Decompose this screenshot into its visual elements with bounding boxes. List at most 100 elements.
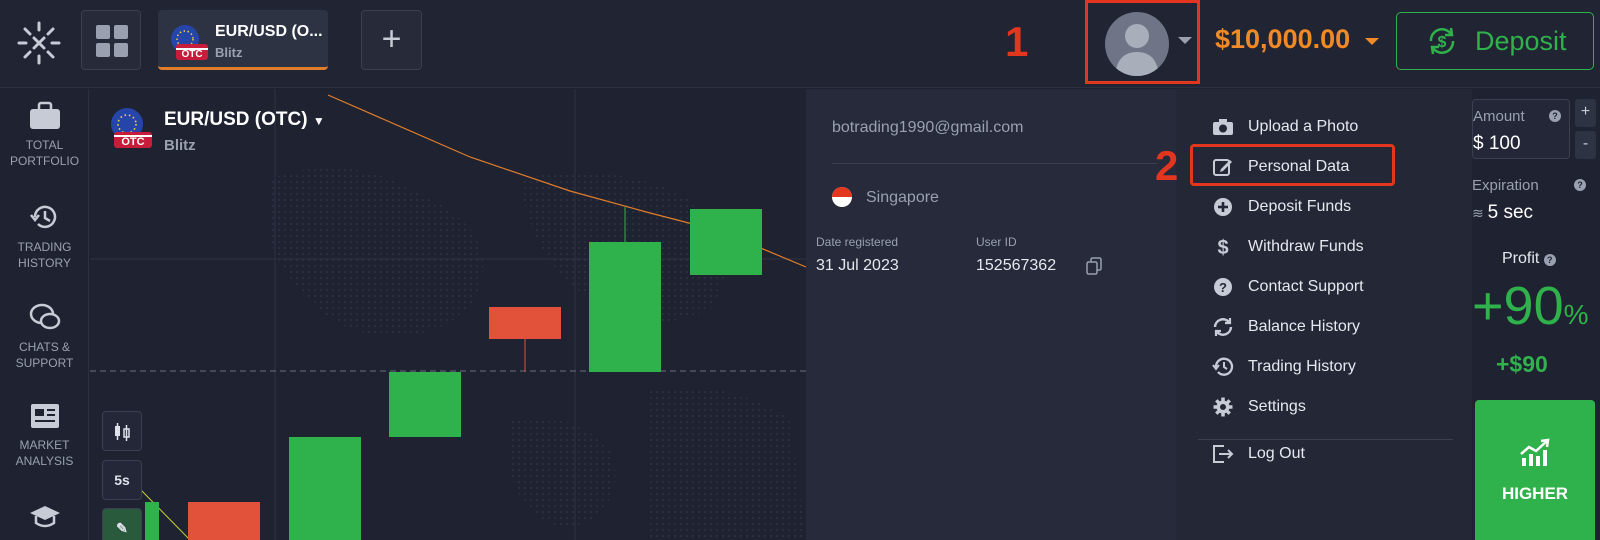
sidebar-item-education[interactable] — [0, 501, 89, 537]
chart-asset-selector[interactable]: OTC EUR/USD (OTC) ▼ Blitz — [110, 107, 325, 156]
profile-country: Singapore — [866, 189, 939, 206]
sidebar-item-chats[interactable]: CHATS & SUPPORT — [0, 301, 89, 371]
sidebar-label-trading-history: TRADING HISTORY — [17, 240, 72, 270]
higher-label: HIGHER — [1501, 484, 1569, 503]
history-icon — [29, 205, 56, 229]
date-registered-label: Date registered — [816, 235, 899, 249]
step-2-marker: 2 — [1155, 142, 1179, 189]
asset-tab-name: EUR/USD (O... — [215, 23, 323, 40]
profile-panel: botrading1990@gmail.com Singapore Date r… — [806, 89, 1176, 540]
menu-divider — [1198, 439, 1453, 440]
user-silhouette-icon — [1115, 24, 1159, 76]
step-1-marker: 1 — [1005, 18, 1029, 65]
apps-grid-button[interactable] — [81, 10, 141, 70]
balance-display[interactable]: $10,000.00 — [1215, 24, 1350, 55]
date-registered-value: 31 Jul 2023 — [816, 257, 899, 274]
asset-tab[interactable]: OTC EUR/USD (O... Blitz — [158, 10, 328, 70]
sidebar-item-market-analysis[interactable]: MARKET ANALYSIS — [0, 401, 89, 469]
candle — [589, 242, 661, 372]
menu-label: Trading History — [1248, 358, 1356, 375]
candle — [289, 437, 361, 540]
deposit-button[interactable]: $ Deposit — [1396, 12, 1594, 70]
avatar-menu-button[interactable] — [1085, 0, 1200, 84]
amount-label: Amount — [1473, 108, 1525, 125]
svg-text:$: $ — [1217, 237, 1228, 257]
add-asset-button[interactable]: + — [361, 10, 422, 70]
candle — [489, 307, 561, 339]
logo-icon[interactable] — [16, 20, 62, 66]
menu-label: Contact Support — [1248, 278, 1364, 295]
chat-icon — [29, 303, 60, 330]
eu-us-flag-icon: OTC — [171, 25, 208, 60]
sidebar-label-portfolio: TOTAL PORTFOLIO — [9, 138, 80, 168]
help-icon[interactable]: ? — [1543, 254, 1556, 266]
amount-field[interactable]: Amount ? $ 100 — [1472, 99, 1570, 159]
menu-label: Deposit Funds — [1248, 198, 1352, 215]
pencil-icon: ✎ — [116, 520, 128, 536]
expiration-field[interactable]: Expiration ? ≋ 5 sec — [1472, 169, 1596, 229]
deposit-icon: $ — [1429, 27, 1455, 55]
help-icon[interactable]: ? — [1574, 179, 1586, 191]
profit-label: Profit ? — [1502, 250, 1556, 268]
expiration-label: Expiration — [1472, 177, 1539, 194]
refresh-icon — [1213, 318, 1233, 336]
svg-text:OTC: OTC — [181, 49, 202, 60]
sidebar-item-portfolio[interactable]: TOTAL PORTFOLIO — [0, 101, 89, 169]
graduation-cap-icon — [29, 506, 60, 528]
menu-label: Settings — [1248, 398, 1306, 415]
chart-canvas — [90, 89, 806, 540]
svg-text:?: ? — [1219, 280, 1227, 295]
expiration-value: ≋ 5 sec — [1472, 202, 1534, 223]
top-bar: OTC EUR/USD (O... Blitz + 1 $10,000.00 $… — [0, 0, 1600, 88]
sidebar-label-market-analysis: MARKET ANALYSIS — [15, 438, 74, 468]
clock-icon: ≋ — [1472, 205, 1488, 221]
camera-icon — [1213, 119, 1233, 135]
profit-percent: +90% — [1472, 276, 1589, 336]
balance-chevron-down-icon[interactable] — [1365, 38, 1379, 45]
news-icon — [30, 404, 59, 428]
amount-decrease-button[interactable]: - — [1575, 131, 1596, 159]
candle — [389, 372, 461, 437]
menu-label: Log Out — [1248, 445, 1305, 462]
draw-tool-button[interactable]: ✎ — [102, 508, 142, 540]
profit-amount: +$90 — [1496, 351, 1548, 377]
chevron-down-icon — [1178, 37, 1192, 44]
deposit-label: Deposit — [1475, 26, 1567, 56]
user-id-value: 152567362 — [976, 257, 1057, 274]
trend-up-icon — [1520, 438, 1550, 466]
logout-icon — [1213, 445, 1234, 463]
personal-data-highlight — [1190, 144, 1395, 186]
menu-label: Withdraw Funds — [1248, 238, 1364, 255]
chart-type-button[interactable] — [102, 411, 142, 451]
higher-button[interactable]: HIGHER — [1475, 400, 1595, 540]
user-id-label: User ID — [976, 235, 1017, 249]
help-icon: ? — [1214, 278, 1232, 296]
chart-asset-name: EUR/USD (OTC) ▼ — [164, 109, 325, 130]
amount-increase-button[interactable]: + — [1575, 99, 1596, 127]
copy-icon[interactable] — [1086, 257, 1102, 275]
gear-icon — [1213, 397, 1233, 417]
sidebar-label-chats: CHATS & SUPPORT — [15, 340, 74, 370]
avatar — [1105, 12, 1169, 76]
plus-circle-icon — [1214, 198, 1232, 216]
history-icon — [1212, 357, 1234, 376]
menu-label: Upload a Photo — [1248, 118, 1359, 135]
candle — [145, 502, 159, 540]
menu-label: Balance History — [1248, 318, 1361, 335]
price-chart[interactable]: OTC EUR/USD (OTC) ▼ Blitz 5s ✎ — [90, 89, 806, 540]
candlestick-icon — [115, 423, 130, 441]
dollar-icon: $ — [1217, 237, 1228, 257]
timeframe-button[interactable]: 5s — [102, 460, 142, 500]
candle — [188, 502, 260, 540]
profile-email: botrading1990@gmail.com — [832, 119, 1024, 136]
briefcase-icon — [29, 101, 60, 129]
sidebar-item-trading-history[interactable]: TRADING HISTORY — [0, 201, 89, 271]
chevron-down-icon: ▼ — [312, 114, 325, 128]
candle — [690, 209, 762, 275]
svg-text:$: $ — [1438, 34, 1447, 51]
left-sidebar: TOTAL PORTFOLIO TRADING HISTORY CHATS & … — [0, 89, 89, 540]
help-icon[interactable]: ? — [1549, 110, 1561, 122]
singapore-flag-icon — [832, 187, 852, 207]
asset-tab-sub: Blitz — [215, 45, 243, 60]
amount-value: $ 100 — [1473, 133, 1521, 154]
